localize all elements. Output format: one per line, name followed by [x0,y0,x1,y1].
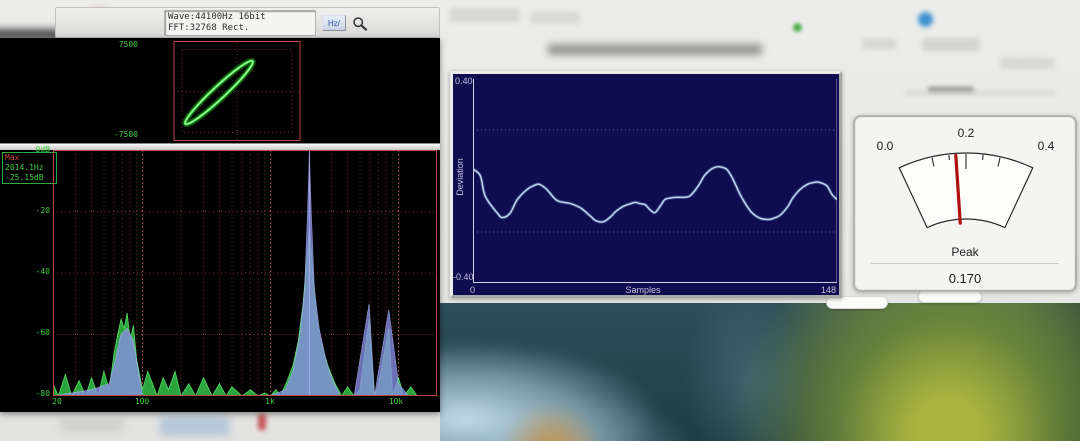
wave-format-info: Wave:44100Hz 16bit [168,12,312,23]
deviation-ymax: 0.40 [455,76,473,86]
deviation-window: 0.40 -0.40 Deviation 0 Samples 148 [450,71,842,298]
spectrum-ytick-m60: -60 [18,328,50,338]
deviation-xmin: 0 [470,285,475,295]
lissajous-ellipse [181,57,257,129]
deviation-xmax: 148 [821,285,836,295]
spectrum-xtick-100: 100 [128,397,156,407]
peak-meter-window: 0.0 0.2 0.4 Peak 0.170 [853,115,1077,292]
zoom-icon[interactable] [352,16,368,32]
phase-scope-min-label: -7500 [104,130,138,140]
background-window-box [530,12,580,24]
deviation-ymin: -0.40 [453,272,474,282]
lissajous-display [140,38,310,142]
phase-scope-max-label: 7500 [110,40,138,50]
background-panel-c [1000,58,1054,69]
spectrum-plot [53,150,437,396]
format-info-field: Wave:44100Hz 16bit FFT:32768 Rect. [164,10,316,36]
background-panel-b [922,38,980,51]
spectrum-ytick-m40: -40 [18,267,50,277]
background-tick-red [258,414,266,430]
analyzer-toolbar: Wave:44100Hz 16bit FFT:32768 Rect. Hz/ [55,7,440,38]
meter-separator [871,263,1059,264]
deviation-xlabel: Samples [593,285,693,295]
deviation-plot [473,79,837,283]
desktop: Wave:44100Hz 16bit FFT:32768 Rect. Hz/ 7… [0,0,1080,441]
max-level: -25.15dB [5,173,54,183]
meter-title: Peak [855,245,1075,259]
background-smudge-gray [60,419,124,432]
background-blob-blue2 [160,416,230,436]
spectrum-xtick-1k: 1k [256,397,284,407]
analog-gauge [855,117,1075,290]
background-dot-blue [918,12,933,27]
background-photo [440,303,1080,441]
peak-info-box: Max 2014.1Hz -25.15dB [2,152,57,184]
analyzer-window: 7500 -7500 Max 2014.1Hz -25.15dB 0dB -20… [0,38,440,412]
spectrum-ytick-m20: -20 [18,206,50,216]
max-frequency: 2014.1Hz [5,163,54,173]
meter-value: 0.170 [855,271,1075,286]
spectrum-xtick-10k: 10k [382,397,410,407]
background-panel-a [862,38,896,50]
background-smudge-line [905,92,1055,94]
background-window-top [450,8,520,22]
background-dark-bar [548,44,762,55]
deviation-axis-label: Deviation [455,146,465,208]
pane-splitter[interactable] [0,143,440,150]
hz-scale-button[interactable]: Hz/ [322,15,346,31]
fft-settings-info: FFT:32768 Rect. [168,23,312,34]
spectrum-xtick-20: 20 [43,397,71,407]
background-dot-green [793,23,802,32]
spectrum-ytick-0db: 0dB [18,145,50,155]
